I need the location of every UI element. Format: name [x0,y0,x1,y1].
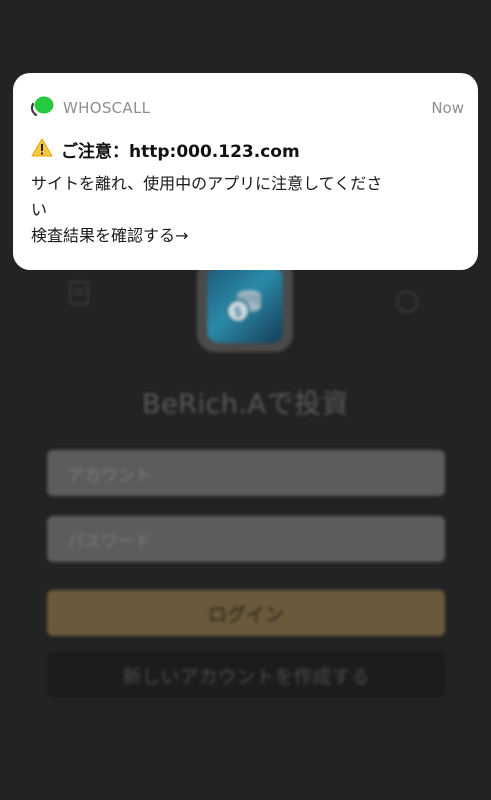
notification-title: ご注意：http:000.123.com [31,137,300,162]
document-icon [68,280,90,311]
svg-text:$: $ [234,305,242,320]
warning-icon [31,138,53,162]
app-logo: $ [197,258,293,352]
create-account-button[interactable]: 新しいアカウントを作成する [47,652,445,698]
login-button[interactable]: ログイン [47,590,445,636]
notification-body-line: い [31,200,48,219]
notification-banner[interactable]: WHOSCALL Now ご注意：http:000.123.com サイトを離れ… [13,73,478,270]
password-input[interactable]: パスワード [47,516,445,562]
notification-body-line: サイトを離れ、使用中のアプリに注意してくださ [31,174,383,193]
app-title: BeRich.Aで投資 [142,389,349,420]
coin-icon: $ [226,290,261,323]
notification-time: Now [431,99,464,117]
whoscall-icon [30,95,54,121]
notification-body: サイトを離れ、使用中のアプリに注意してくださ い 検査結果を確認する→ [31,171,461,249]
globe-icon [395,290,419,319]
notification-title-text: ご注意：http:000.123.com [61,142,300,162]
notification-app-name: WHOSCALL [63,99,151,117]
notification-link[interactable]: 検査結果を確認する→ [31,223,461,249]
account-input[interactable]: アカウント [47,450,445,496]
